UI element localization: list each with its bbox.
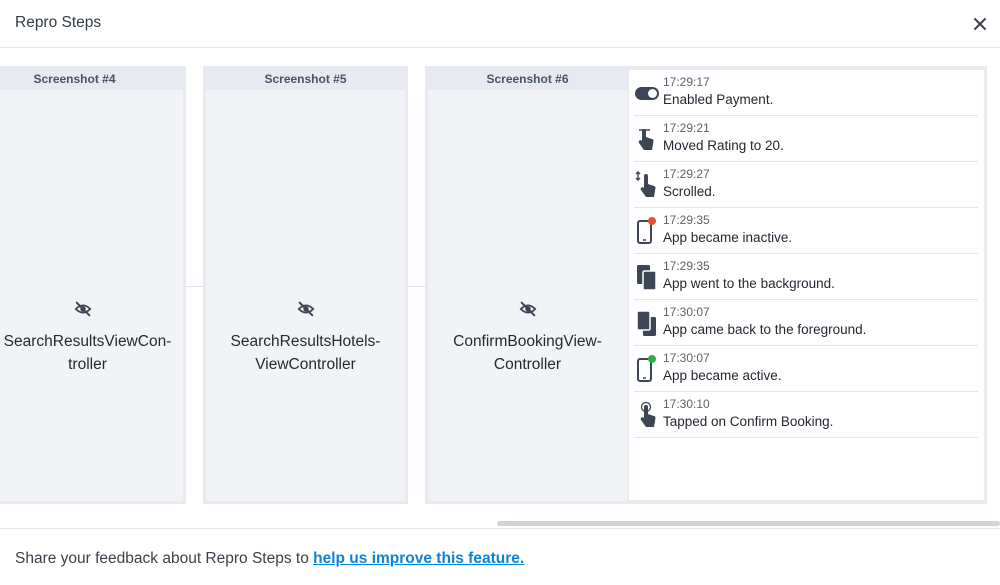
screenshot-label: Screenshot #5	[264, 72, 347, 86]
screenshot-card-5[interactable]: Screenshot #5 SearchResultsHotels- ViewC…	[203, 66, 408, 504]
hidden-eye-icon	[297, 301, 315, 317]
view-controller-name: SearchResultsHotels- ViewController	[230, 333, 381, 373]
log-item: 17:29:35 App became inactive.	[634, 208, 978, 254]
log-item: 17:29:17 Enabled Payment.	[634, 70, 978, 116]
log-item: 17:30:10 Tapped on Confirm Booking.	[634, 392, 978, 438]
view-controller-name: ConfirmBookingView- Controller	[453, 333, 602, 373]
connector-line	[186, 286, 203, 287]
feedback-footer: Share your feedback about Repro Steps to…	[15, 550, 524, 568]
log-item: 17:30:07 App came back to the foreground…	[634, 300, 978, 346]
log-item: 17:29:35 App went to the background.	[634, 254, 978, 300]
connector-line	[408, 286, 425, 287]
phone-active-icon	[637, 355, 656, 382]
feedback-link[interactable]: help us improve this feature.	[313, 550, 524, 567]
modal-header: Repro Steps	[0, 0, 1000, 48]
footer-divider	[0, 528, 1000, 529]
toggle-icon	[635, 87, 659, 100]
screenshot-label: Screenshot #6	[486, 72, 569, 86]
horizontal-scrollbar[interactable]	[497, 521, 1000, 526]
view-controller-name: SearchResultsViewCon- troller	[3, 333, 172, 373]
slider-gesture-icon	[638, 129, 654, 150]
modal-title: Repro Steps	[15, 14, 102, 31]
screenshot-card-4[interactable]: Screenshot #4 SearchResultsViewCon- trol…	[0, 66, 186, 504]
log-item: 17:30:07 App became active.	[634, 346, 978, 392]
screenshot-placeholder: ConfirmBookingView- Controller	[428, 90, 627, 501]
hidden-eye-icon	[519, 301, 537, 317]
log-item: 17:29:21 Moved Rating to 20.	[634, 116, 978, 162]
hidden-eye-icon	[74, 301, 92, 317]
screenshot-placeholder: SearchResultsViewCon- troller	[0, 90, 183, 501]
app-background-icon	[637, 265, 657, 291]
phone-inactive-icon	[637, 217, 656, 244]
app-foreground-icon	[636, 310, 656, 336]
screenshot-label: Screenshot #4	[33, 72, 116, 86]
feedback-text: Share your feedback about Repro Steps to	[15, 550, 314, 567]
screenshots-strip[interactable]: Screenshot #4 SearchResultsViewCon- trol…	[0, 49, 1000, 523]
scroll-gesture-icon	[635, 171, 656, 197]
repro-steps-log: 17:29:17 Enabled Payment. 17:29:21 Moved…	[629, 70, 984, 500]
log-item: 17:29:27 Scrolled.	[634, 162, 978, 208]
tap-gesture-icon	[640, 401, 656, 427]
close-icon[interactable]	[968, 12, 992, 36]
screenshot-placeholder: SearchResultsHotels- ViewController	[206, 90, 405, 501]
